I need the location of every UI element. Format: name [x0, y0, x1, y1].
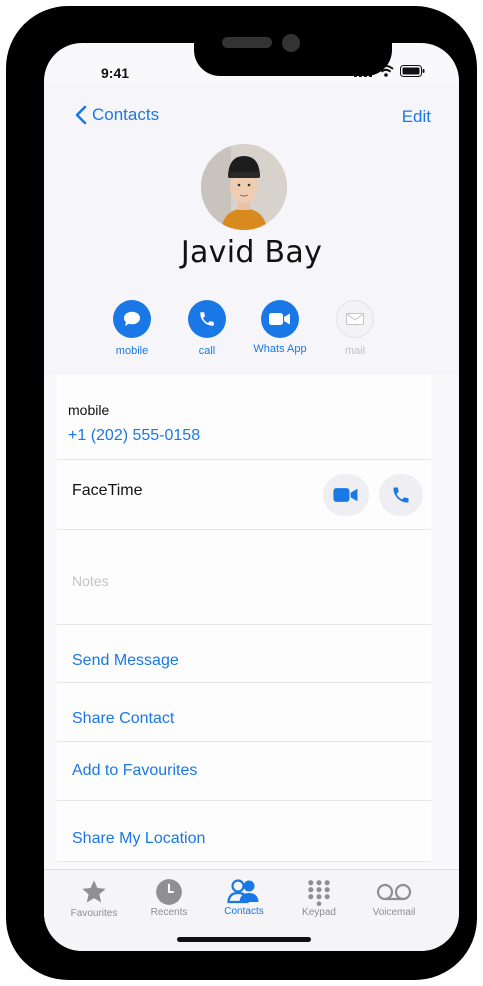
message-icon	[113, 300, 151, 338]
contact-name: Javid Bay	[180, 235, 323, 270]
mail-action[interactable]: mail	[315, 300, 395, 357]
battery-icon	[400, 65, 425, 77]
phone-icon	[393, 487, 409, 503]
tab-favourites[interactable]: Favourites	[54, 878, 134, 919]
tab-voicemail[interactable]: Voicemail	[354, 878, 434, 918]
facetime-audio-button[interactable]	[379, 474, 423, 516]
whatsapp-action[interactable]: Whats App	[240, 300, 320, 355]
quick-actions: mobile call Whats App mail	[44, 300, 459, 360]
phone-row[interactable]: mobile +1 (202) 555-0158	[57, 375, 431, 460]
phone-icon	[188, 300, 226, 338]
add-favourites-row[interactable]: Add to Favourites	[57, 742, 431, 801]
tab-keypad[interactable]: Keypad	[279, 878, 359, 918]
back-label: Contacts	[92, 105, 160, 124]
contact-details-list: mobile +1 (202) 555-0158 FaceTime Notes …	[57, 375, 431, 862]
status-time: 9:41	[101, 65, 130, 81]
tab-recents[interactable]: Recents	[129, 878, 209, 918]
front-camera	[282, 34, 300, 52]
mail-icon	[336, 300, 374, 338]
share-contact-link[interactable]: Share Contact	[72, 710, 174, 728]
send-message-row[interactable]: Send Message	[57, 625, 431, 683]
tab-keypad-label: Keypad	[302, 907, 336, 918]
back-button[interactable]: Contacts	[74, 105, 159, 125]
notes-placeholder: Notes	[72, 573, 109, 589]
mail-action-label: mail	[344, 345, 366, 357]
tab-contacts[interactable]: Contacts	[204, 878, 284, 917]
share-my-location-link[interactable]: Share My Location	[72, 830, 205, 848]
phone-label: mobile	[68, 402, 110, 418]
phone-frame: 9:41 Contacts Edit Javid Bay mobile call…	[6, 6, 477, 980]
screen: 9:41 Contacts Edit Javid Bay mobile call…	[44, 43, 459, 951]
voicemail-icon	[376, 883, 412, 901]
tab-favourites-label: Favourites	[70, 908, 118, 919]
video-icon	[261, 300, 299, 338]
whatsapp-action-label: Whats App	[253, 343, 307, 355]
send-message-link[interactable]: Send Message	[72, 652, 179, 670]
call-action[interactable]: call	[167, 300, 247, 357]
message-action[interactable]: mobile	[92, 300, 172, 357]
tab-voicemail-label: Voicemail	[372, 907, 416, 918]
star-icon	[82, 880, 106, 903]
tab-contacts-label: Contacts	[224, 906, 264, 917]
facetime-video-button[interactable]	[323, 474, 369, 516]
phone-number[interactable]: +1 (202) 555-0158	[68, 427, 200, 445]
add-to-favourites-link[interactable]: Add to Favourites	[72, 762, 197, 780]
notes-row[interactable]: Notes	[57, 530, 431, 625]
facetime-row: FaceTime	[57, 460, 431, 530]
home-indicator	[177, 937, 311, 942]
share-location-row[interactable]: Share My Location	[57, 801, 431, 862]
avatar	[201, 144, 287, 230]
share-contact-row[interactable]: Share Contact	[57, 683, 431, 742]
facetime-label: FaceTime	[72, 482, 143, 499]
speaker	[222, 37, 272, 48]
keypad-icon	[308, 880, 330, 906]
contacts-icon	[227, 879, 259, 904]
tab-recents-label: Recents	[150, 907, 188, 918]
message-action-label: mobile	[115, 345, 149, 357]
video-icon	[333, 488, 358, 502]
chevron-left-icon	[75, 105, 87, 125]
edit-button[interactable]: Edit	[402, 107, 431, 127]
clock-icon	[156, 879, 182, 905]
call-action-label: call	[198, 345, 216, 357]
